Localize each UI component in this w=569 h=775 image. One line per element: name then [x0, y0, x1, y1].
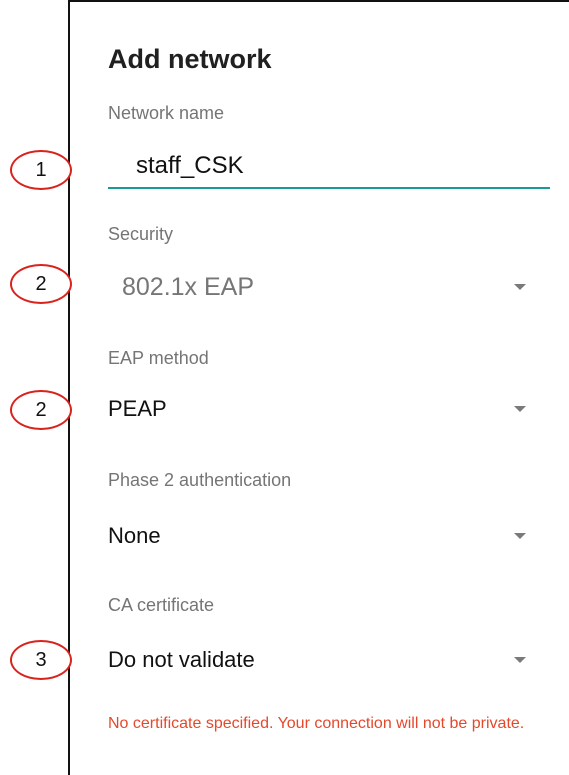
network-name-label: Network name — [108, 103, 225, 123]
eap-method-label: EAP method — [108, 348, 209, 368]
ca-certificate-value: Do not validate — [108, 647, 255, 672]
callout-3: 3 — [10, 640, 72, 680]
network-name-input[interactable] — [108, 145, 550, 189]
callout-2-eap: 2 — [10, 390, 72, 430]
eap-method-dropdown[interactable]: PEAP — [108, 387, 538, 431]
eap-method-value: PEAP — [108, 396, 167, 421]
caret-down-icon — [514, 284, 526, 290]
caret-down-icon — [514, 406, 526, 412]
callout-number: 3 — [35, 649, 47, 671]
phase2-value: None — [108, 523, 161, 548]
phase2-dropdown[interactable]: None — [108, 514, 538, 558]
certificate-warning: No certificate specified. Your connectio… — [108, 715, 525, 732]
ca-certificate-label: CA certificate — [108, 595, 215, 615]
security-dropdown[interactable]: 802.1x EAP — [108, 265, 538, 309]
security-value: 802.1x EAP — [122, 273, 255, 301]
caret-down-icon — [514, 657, 526, 663]
callout-1: 1 — [10, 150, 72, 190]
callout-number: 2 — [35, 399, 47, 421]
callout-number: 2 — [35, 273, 47, 295]
caret-down-icon — [514, 533, 526, 539]
dialog-title: Add network — [108, 44, 272, 74]
ca-certificate-dropdown[interactable]: Do not validate — [108, 638, 538, 682]
callout-2-security: 2 — [10, 264, 72, 304]
callout-number: 1 — [35, 159, 47, 181]
phase2-label: Phase 2 authentication — [108, 470, 292, 490]
security-label: Security — [108, 224, 174, 244]
